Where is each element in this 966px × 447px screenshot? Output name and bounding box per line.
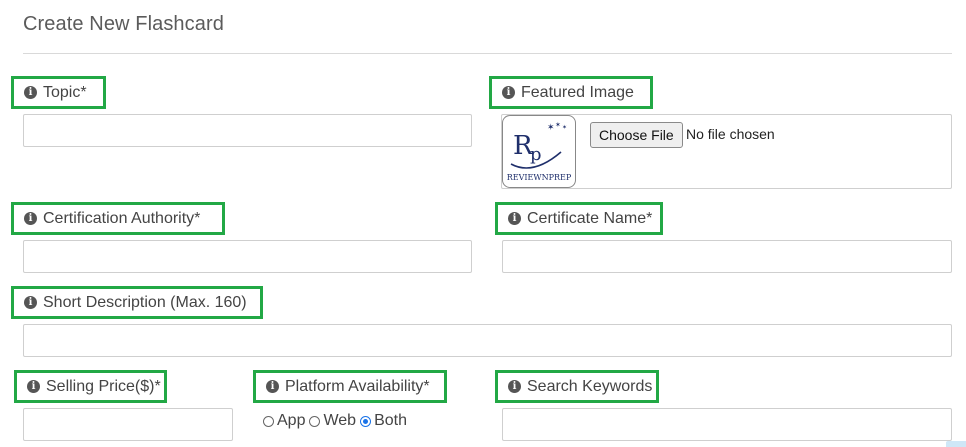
topic-label-text: Topic*	[43, 83, 87, 101]
info-icon: i	[508, 380, 521, 393]
reviewnprep-logo: R p ✶ ✶ ✶ REVIEWNPREP	[502, 115, 576, 188]
title-divider	[23, 53, 952, 54]
scroll-corner-indicator	[946, 441, 966, 447]
info-icon: i	[24, 296, 37, 309]
certification-authority-input[interactable]	[23, 240, 472, 273]
info-icon: i	[502, 86, 515, 99]
certification-authority-label: i Certification Authority*	[11, 202, 225, 235]
selling-price-label: i Selling Price($)*	[14, 370, 167, 403]
logo-text: REVIEWNPREP	[507, 173, 572, 182]
file-status-text: No file chosen	[686, 126, 775, 142]
platform-radio-group: App Web Both	[263, 412, 411, 430]
page-title: Create New Flashcard	[23, 13, 224, 35]
platform-availability-label: i Platform Availability*	[253, 370, 447, 403]
platform-option-web[interactable]: Web	[309, 412, 356, 430]
logo-star-icon: ✶	[547, 122, 555, 132]
short-description-label: i Short Description (Max. 160)	[11, 286, 263, 319]
topic-input[interactable]	[23, 114, 472, 147]
platform-option-app[interactable]: App	[263, 412, 305, 430]
logo-monogram-p: p	[530, 144, 542, 165]
info-icon: i	[27, 380, 40, 393]
featured-image-label-text: Featured Image	[521, 83, 634, 101]
certificate-name-label-text: Certificate Name*	[527, 209, 653, 227]
search-keywords-input[interactable]	[502, 408, 952, 441]
certificate-name-input[interactable]	[502, 240, 952, 273]
platform-option-both[interactable]: Both	[360, 412, 407, 430]
featured-image-label: i Featured Image	[489, 76, 653, 109]
short-description-label-text: Short Description (Max. 160)	[43, 293, 247, 311]
selling-price-input[interactable]	[23, 408, 233, 441]
logo-star-icon: ✶	[562, 124, 567, 131]
platform-option-web-label: Web	[323, 412, 357, 429]
search-keywords-label: i Search Keywords	[495, 370, 659, 403]
search-keywords-label-text: Search Keywords	[527, 377, 653, 395]
certificate-name-label: i Certificate Name*	[495, 202, 663, 235]
short-description-input[interactable]	[23, 324, 952, 357]
platform-availability-label-text: Platform Availability*	[285, 377, 430, 395]
topic-label: i Topic*	[11, 76, 106, 109]
info-icon: i	[24, 212, 37, 225]
radio-app[interactable]	[263, 415, 274, 427]
create-flashcard-page: Create New Flashcard i Topic* i Featured…	[0, 0, 966, 447]
radio-both[interactable]	[360, 415, 372, 427]
choose-file-button[interactable]: Choose File	[590, 122, 683, 148]
radio-web[interactable]	[309, 415, 321, 427]
info-icon: i	[508, 212, 521, 225]
certification-authority-label-text: Certification Authority*	[43, 209, 201, 227]
info-icon: i	[24, 86, 37, 99]
logo-star-icon: ✶	[555, 121, 561, 129]
selling-price-label-text: Selling Price($)*	[46, 377, 161, 395]
platform-option-both-label: Both	[374, 412, 407, 429]
info-icon: i	[266, 380, 279, 393]
platform-option-app-label: App	[277, 412, 306, 429]
